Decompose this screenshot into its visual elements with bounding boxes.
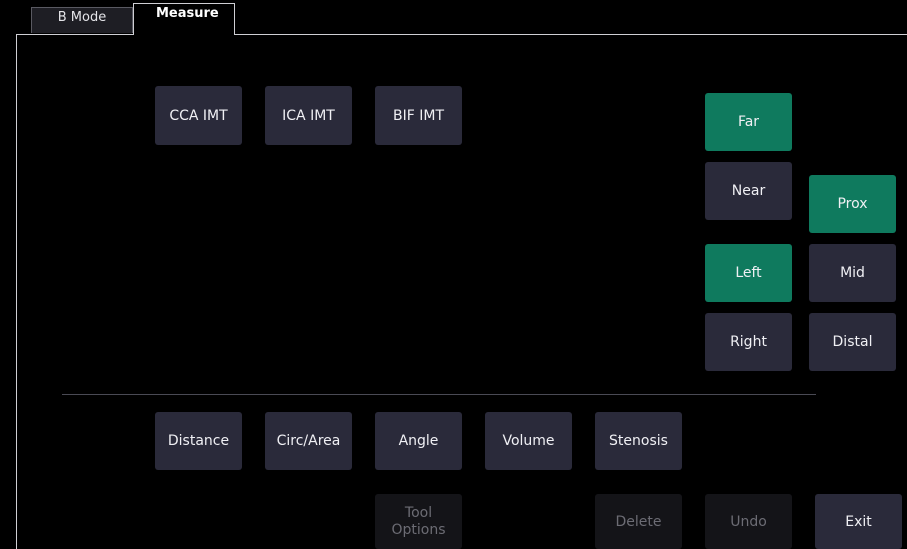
near-wall-button[interactable]: Near — [705, 162, 792, 220]
circ-area-button[interactable]: Circ/Area — [265, 412, 352, 470]
stenosis-button[interactable]: Stenosis — [595, 412, 682, 470]
section-divider — [62, 394, 816, 395]
mid-segment-button[interactable]: Mid — [809, 244, 896, 302]
tab-bar: B Mode Measure — [0, 0, 907, 35]
far-wall-button[interactable]: Far — [705, 93, 792, 151]
tool-options-button[interactable]: Tool Options — [375, 494, 462, 549]
undo-button[interactable]: Undo — [705, 494, 792, 549]
prox-segment-button[interactable]: Prox — [809, 175, 896, 233]
panel-frame-left — [16, 34, 17, 549]
delete-button[interactable]: Delete — [595, 494, 682, 549]
tool-options-label: Tool Options — [391, 504, 446, 538]
cca-imt-button[interactable]: CCA IMT — [155, 86, 242, 145]
tab-b-mode[interactable]: B Mode — [31, 7, 133, 33]
left-side-button[interactable]: Left — [705, 244, 792, 302]
right-side-button[interactable]: Right — [705, 313, 792, 371]
bif-imt-button[interactable]: BIF IMT — [375, 86, 462, 145]
tab-measure[interactable]: Measure — [133, 3, 235, 35]
panel-frame-top-left — [16, 34, 134, 35]
ica-imt-button[interactable]: ICA IMT — [265, 86, 352, 145]
volume-button[interactable]: Volume — [485, 412, 572, 470]
distal-segment-button[interactable]: Distal — [809, 313, 896, 371]
panel-frame-top-right — [234, 34, 907, 35]
angle-button[interactable]: Angle — [375, 412, 462, 470]
exit-button[interactable]: Exit — [815, 494, 902, 549]
distance-button[interactable]: Distance — [155, 412, 242, 470]
